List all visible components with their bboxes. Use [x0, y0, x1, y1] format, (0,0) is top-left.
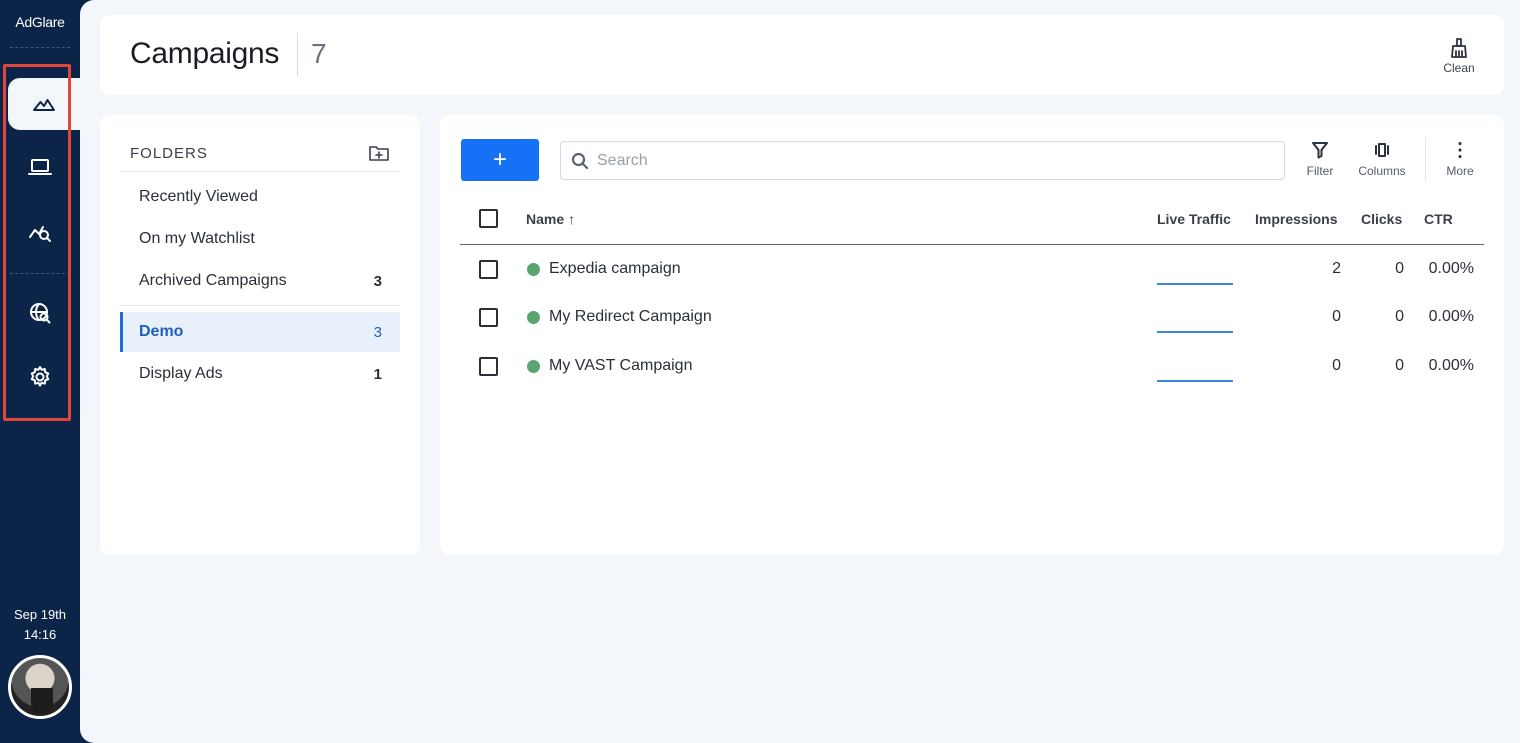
row-checkbox[interactable] — [479, 308, 498, 327]
row-checkbox[interactable] — [479, 357, 498, 376]
clicks-value: 0 — [1395, 260, 1404, 277]
sidebar-item-campaigns[interactable] — [8, 78, 80, 130]
clean-button[interactable]: Clean — [1434, 37, 1484, 75]
ctr-value: 0.00% — [1428, 357, 1474, 374]
app-logo[interactable]: AdGlare — [0, 14, 80, 30]
sidebar-item-ads[interactable] — [8, 141, 72, 193]
sidebar-item-research[interactable] — [8, 287, 72, 339]
column-header-clicks[interactable]: Clicks — [1361, 211, 1402, 227]
column-header-live-traffic[interactable]: Live Traffic — [1157, 211, 1231, 227]
more-vertical-icon — [1458, 142, 1462, 159]
broom-icon — [1451, 38, 1467, 58]
filter-label: Filter — [1306, 164, 1334, 178]
ctr-value: 0.00% — [1428, 308, 1474, 325]
impressions-value: 0 — [1332, 308, 1341, 325]
impressions-value: 0 — [1332, 357, 1341, 374]
folder-plus-icon — [369, 146, 389, 161]
scrollbar-track[interactable] — [1520, 0, 1536, 743]
campaign-name[interactable]: My VAST Campaign — [549, 357, 692, 375]
folder-label: Display Ads — [139, 365, 223, 382]
select-all-checkbox[interactable] — [479, 209, 498, 228]
more-label: More — [1446, 164, 1474, 178]
folder-item-demo[interactable]: Demo 3 — [120, 312, 400, 352]
columns-label: Columns — [1358, 164, 1406, 178]
status-dot — [527, 360, 540, 373]
column-header-ctr[interactable]: CTR — [1424, 211, 1453, 227]
page-title: Campaigns — [130, 37, 280, 70]
row-checkbox[interactable] — [479, 260, 498, 279]
columns-button[interactable]: Columns — [1354, 141, 1410, 178]
avatar[interactable] — [8, 655, 72, 719]
folders-divider — [120, 171, 400, 172]
clean-label: Clean — [1443, 61, 1475, 75]
live-traffic-sparkline — [1157, 283, 1233, 285]
sidebar-divider — [10, 47, 70, 48]
status-dot — [527, 263, 540, 276]
folder-count: 1 — [373, 365, 382, 383]
globe-search-icon — [30, 303, 51, 324]
folder-label: On my Watchlist — [139, 230, 255, 247]
impressions-value: 2 — [1332, 260, 1341, 277]
clicks-value: 0 — [1395, 357, 1404, 374]
campaign-count: 7 — [311, 38, 327, 69]
folder-item-display-ads[interactable]: Display Ads 1 — [120, 354, 400, 394]
sidebar: AdGlare Sep 19th 14:16 — [0, 0, 80, 743]
table-header-divider — [460, 244, 1484, 245]
laptop-icon — [28, 159, 52, 175]
clock-date: Sep 19th — [13, 607, 67, 622]
campaign-name[interactable]: Expedia campaign — [549, 260, 681, 278]
folder-item-watchlist[interactable]: On my Watchlist — [120, 219, 400, 259]
folder-count: 3 — [373, 272, 382, 290]
toolbar-divider — [1425, 137, 1426, 181]
search-icon — [571, 152, 589, 169]
column-header-impressions[interactable]: Impressions — [1255, 211, 1337, 227]
search-box — [560, 141, 1285, 180]
status-dot — [527, 311, 540, 324]
sidebar-item-analytics[interactable] — [8, 206, 72, 258]
sidebar-item-settings[interactable] — [8, 351, 72, 403]
clock-time: 14:16 — [23, 627, 57, 642]
more-button[interactable]: More — [1440, 141, 1480, 178]
gear-icon — [30, 366, 50, 387]
ctr-value: 0.00% — [1428, 260, 1474, 277]
live-traffic-sparkline — [1157, 380, 1233, 382]
folder-item-archived[interactable]: Archived Campaigns 3 — [120, 261, 400, 301]
folders-heading: FOLDERS — [130, 145, 208, 162]
avatar-image — [31, 688, 53, 714]
folder-item-recently-viewed[interactable]: Recently Viewed — [120, 177, 400, 217]
campaigns-mountain-icon — [33, 99, 55, 111]
columns-icon — [1375, 143, 1389, 157]
filter-icon — [1312, 142, 1328, 159]
folder-label: Archived Campaigns — [139, 272, 287, 289]
folder-count: 3 — [373, 323, 382, 341]
campaign-list-panel: + Filter Columns More Name ↑ Live Traffi… — [440, 115, 1504, 555]
page-header: Campaigns 7 Clean — [100, 15, 1504, 95]
folder-label: Demo — [139, 323, 184, 340]
sidebar-clock: Sep 19th 14:16 — [0, 605, 80, 645]
clicks-value: 0 — [1395, 308, 1404, 325]
add-campaign-button[interactable]: + — [461, 139, 539, 181]
live-traffic-sparkline — [1157, 331, 1233, 333]
column-header-name[interactable]: Name ↑ — [526, 211, 575, 227]
analytics-search-icon — [29, 226, 51, 242]
folder-label: Recently Viewed — [139, 188, 258, 205]
title-divider — [297, 33, 298, 77]
filter-button[interactable]: Filter — [1300, 141, 1340, 178]
campaign-name[interactable]: My Redirect Campaign — [549, 308, 712, 326]
search-input[interactable] — [597, 151, 1277, 170]
folders-divider — [120, 305, 400, 306]
add-folder-button[interactable] — [368, 143, 390, 163]
folders-panel: FOLDERS Recently Viewed On my Watchlist … — [100, 115, 420, 555]
main-content: Campaigns 7 Clean FOLDERS Recently Viewe… — [80, 0, 1520, 743]
sidebar-divider — [10, 273, 70, 274]
